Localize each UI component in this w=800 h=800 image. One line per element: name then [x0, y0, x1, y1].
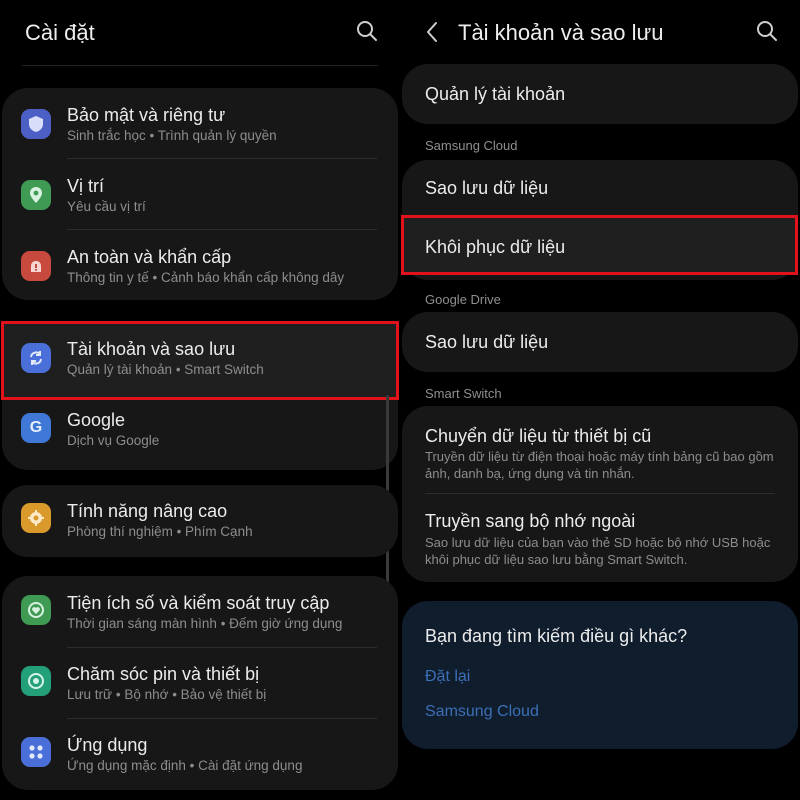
item-label: Vị trí — [67, 176, 105, 196]
accounts-backup-panel: Tài khoản và sao lưu Quản lý tài khoản S… — [400, 0, 800, 800]
item-label: Bảo mật và riêng tư — [67, 105, 226, 125]
item-label: Tiện ích số và kiểm soát truy cập — [67, 593, 330, 613]
section-header-smart-switch: Smart Switch — [425, 386, 502, 401]
settings-item-google[interactable]: G Google Dịch vụ Google — [2, 400, 398, 464]
apps-grid-icon — [21, 737, 51, 767]
item-subtitle: Phòng thí nghiệm • Phím Cạnh — [67, 524, 253, 539]
search-icon[interactable] — [355, 19, 379, 43]
search-icon[interactable] — [755, 19, 779, 43]
item-label: Tính năng nâng cao — [67, 501, 228, 521]
emergency-icon — [21, 251, 51, 281]
item-label: Truyền sang bộ nhớ ngoài — [425, 511, 636, 531]
samsung-cloud-backup-item[interactable]: Sao lưu dữ liệu — [402, 160, 798, 216]
google-drive-backup-item[interactable]: Sao lưu dữ liệu — [402, 312, 798, 372]
manage-accounts-item[interactable]: Quản lý tài khoản — [402, 64, 798, 124]
settings-item-safety[interactable]: An toàn và khẩn cấp Thông tin y tế • Cản… — [2, 237, 398, 299]
divider — [67, 718, 377, 719]
item-description: Sao lưu dữ liệu của bạn vào thẻ SD hoặc … — [425, 535, 771, 567]
divider — [67, 158, 377, 159]
suggestions-title: Bạn đang tìm kiếm điều gì khác? — [425, 626, 688, 646]
item-description: Truyền dữ liệu từ điện thoại hoặc máy tí… — [425, 449, 774, 481]
back-arrow-icon[interactable] — [424, 20, 442, 44]
item-label: Sao lưu dữ liệu — [425, 178, 549, 198]
section-header-samsung-cloud: Samsung Cloud — [425, 138, 518, 153]
item-subtitle: Thời gian sáng màn hình • Đếm giờ ứng dụ… — [67, 616, 343, 631]
settings-panel: Cài đặt Bảo mật và riêng tư Sinh trắc họ… — [0, 0, 400, 800]
item-label: Chăm sóc pin và thiết bị — [67, 664, 260, 684]
settings-item-digital-wellbeing[interactable]: Tiện ích số và kiểm soát truy cập Thời g… — [2, 580, 398, 644]
divider — [22, 65, 378, 66]
settings-item-apps[interactable]: Ứng dụng Ứng dụng mặc định • Cài đặt ứng… — [2, 722, 398, 786]
item-subtitle: Dịch vụ Google — [67, 433, 160, 448]
google-icon: G — [21, 413, 51, 443]
divider — [425, 493, 775, 494]
item-subtitle: Ứng dụng mặc định • Cài đặt ứng dụng — [67, 758, 303, 773]
page-title: Cài đặt — [25, 20, 95, 45]
item-subtitle: Lưu trữ • Bộ nhớ • Bảo vệ thiết bị — [67, 687, 267, 702]
transfer-from-old-device-item[interactable]: Chuyển dữ liệu từ thiết bị cũ Truyền dữ … — [402, 410, 798, 492]
item-label: Quản lý tài khoản — [425, 84, 566, 104]
transfer-to-external-storage-item[interactable]: Truyền sang bộ nhớ ngoài Sao lưu dữ liệu… — [402, 496, 798, 578]
item-label: Chuyển dữ liệu từ thiết bị cũ — [425, 426, 652, 446]
highlight-box — [401, 215, 798, 275]
divider — [67, 647, 377, 648]
section-header-google-drive: Google Drive — [425, 292, 501, 307]
page-title: Tài khoản và sao lưu — [458, 20, 664, 45]
settings-item-device-care[interactable]: Chăm sóc pin và thiết bị Lưu trữ • Bộ nh… — [2, 651, 398, 715]
samsung-cloud-link[interactable]: Samsung Cloud — [425, 703, 539, 721]
reset-link[interactable]: Đặt lại — [425, 668, 470, 686]
item-label: Google — [67, 410, 126, 430]
item-label: An toàn và khẩn cấp — [67, 247, 232, 267]
highlight-box — [1, 321, 399, 400]
device-care-icon — [21, 666, 51, 696]
item-subtitle: Yêu cầu vị trí — [67, 199, 146, 214]
suggestions-card: Bạn đang tìm kiếm điều gì khác? Đặt lại … — [402, 601, 798, 749]
settings-item-security[interactable]: Bảo mật và riêng tư Sinh trắc học • Trìn… — [2, 95, 398, 157]
wellbeing-heart-icon — [21, 595, 51, 625]
item-label: Sao lưu dữ liệu — [425, 332, 549, 352]
item-subtitle: Sinh trắc học • Trình quản lý quyền — [67, 128, 277, 143]
location-pin-icon — [21, 180, 51, 210]
settings-item-location[interactable]: Vị trí Yêu cầu vị trí — [2, 166, 398, 228]
item-label: Ứng dụng — [67, 735, 148, 755]
item-subtitle: Thông tin y tế • Cảnh báo khẩn cấp không… — [67, 270, 345, 285]
shield-icon — [21, 109, 51, 139]
divider — [67, 229, 377, 230]
settings-item-advanced-features[interactable]: Tính năng nâng cao Phòng thí nghiệm • Ph… — [2, 488, 398, 552]
gear-plus-icon — [21, 503, 51, 533]
